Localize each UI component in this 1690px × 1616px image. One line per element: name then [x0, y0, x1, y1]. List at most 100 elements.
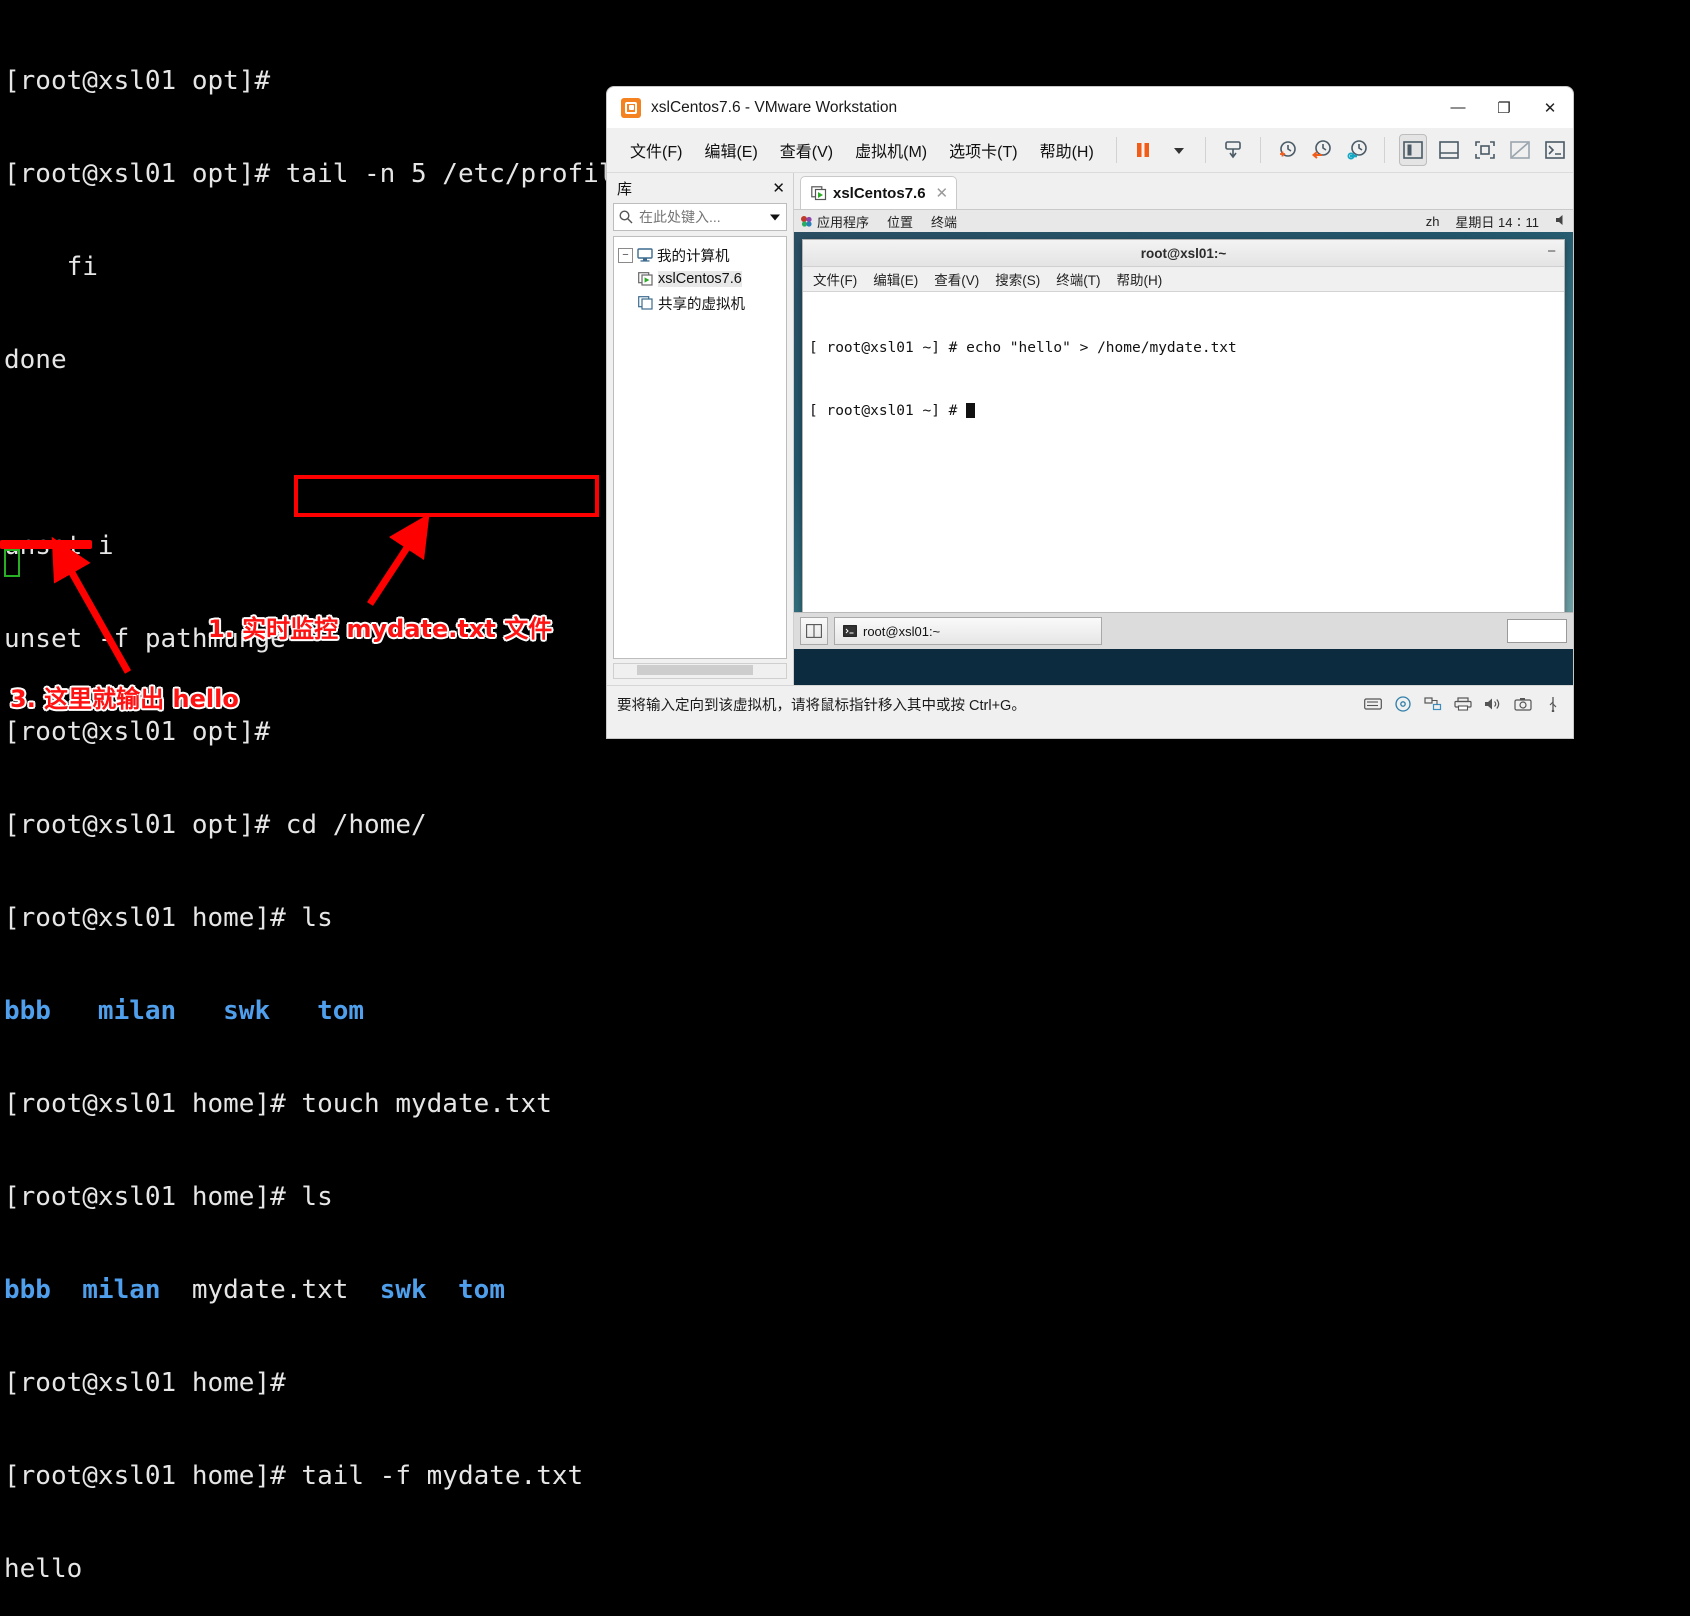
gnome-terminal-menubar: 文件(F) 编辑(E) 查看(V) 搜索(S) 终端(T) 帮助(H): [803, 267, 1564, 292]
toolbar-separator: [1115, 137, 1117, 163]
hello-output-underline: [0, 540, 92, 549]
taskbar-window-button[interactable]: root@xsl01:~: [834, 617, 1102, 645]
ls-dir-tom: tom: [458, 1275, 505, 1305]
usb-icon[interactable]: [1543, 695, 1563, 713]
maximize-button[interactable]: ❐: [1481, 87, 1527, 128]
fullscreen-icon[interactable]: [1472, 135, 1497, 165]
cd-dvd-icon[interactable]: [1393, 695, 1413, 713]
vmware-title-bar: xslCentos7.6 - VMware Workstation — ❐ ✕: [607, 87, 1573, 128]
expander-icon[interactable]: −: [618, 247, 633, 263]
gterm-menu-terminal[interactable]: 终端(T): [1056, 269, 1100, 289]
vmware-workstation-window[interactable]: xslCentos7.6 - VMware Workstation — ❐ ✕ …: [606, 86, 1574, 739]
vmware-menu-bar: 文件(F) 编辑(E) 查看(V) 虚拟机(M) 选项卡(T) 帮助(H): [607, 128, 1573, 173]
input-method-indicator[interactable]: zh: [1426, 214, 1440, 229]
window-controls: — ❐ ✕: [1435, 87, 1573, 128]
gnome-panel-right: zh 星期日 14∶11: [1410, 212, 1573, 231]
chevron-down-icon[interactable]: [768, 210, 782, 224]
guest-prompt: [ root@xsl01 ~] #: [809, 403, 967, 419]
gnome-taskbar: root@xsl01:~: [794, 612, 1573, 649]
gnome-places-menu[interactable]: 位置: [887, 212, 913, 231]
vm-running-icon: [638, 272, 653, 286]
vm-running-icon: [811, 185, 827, 200]
gnome-terminal-titlebar: root@xsl01:~ −: [803, 240, 1564, 267]
guest-screen[interactable]: 应用程序 位置 终端 zh 星期日 14∶11 root@xsl01:~ − 文…: [794, 209, 1573, 685]
menu-vm[interactable]: 虚拟机(M): [846, 134, 936, 166]
annotation-1: 1. 实时监控 mydate.txt 文件: [208, 615, 553, 643]
clock[interactable]: 星期日 14∶11: [1455, 212, 1539, 231]
gnome-panel-left: 应用程序 位置 终端: [794, 212, 975, 231]
pause-icon[interactable]: [1131, 135, 1156, 165]
computer-icon: [637, 248, 653, 262]
chevron-down-icon[interactable]: [1166, 135, 1191, 165]
show-thumbnail-bar-icon[interactable]: [1437, 135, 1462, 165]
shared-vm-icon: [638, 296, 653, 310]
library-tree[interactable]: − 我的计算机 xslCentos7.6 共享的虚拟机: [613, 236, 787, 659]
terminal-line: [root@xsl01 home]# ls: [4, 1182, 333, 1212]
library-horizontal-scrollbar[interactable]: [613, 663, 787, 679]
search-input[interactable]: [637, 208, 768, 226]
close-button[interactable]: ✕: [1527, 87, 1573, 128]
gterm-menu-view[interactable]: 查看(V): [934, 269, 979, 289]
minimize-button[interactable]: —: [1435, 87, 1481, 128]
snapshot-manager-icon[interactable]: [1345, 135, 1370, 165]
unity-mode-icon[interactable]: [1507, 135, 1532, 165]
menu-tabs[interactable]: 选项卡(T): [940, 134, 1026, 166]
gnome-terminal-menu[interactable]: 终端: [931, 212, 957, 231]
show-library-icon[interactable]: [1399, 134, 1427, 166]
gterm-menu-edit[interactable]: 编辑(E): [873, 269, 918, 289]
menu-help[interactable]: 帮助(H): [1031, 134, 1103, 166]
ls-dir-bbb: bbb: [4, 1275, 51, 1305]
annotation-3: 3. 这里就输出 hello: [10, 685, 239, 713]
camera-icon[interactable]: [1513, 695, 1533, 713]
snapshot-take-icon[interactable]: [1274, 135, 1299, 165]
tab-xslcentos76[interactable]: xslCentos7.6 ✕: [800, 176, 958, 209]
scrollbar-thumb[interactable]: [637, 665, 753, 675]
vmware-status-bar: 要将输入定向到该虚拟机，请将鼠标指针移入其中或按 Ctrl+G。: [607, 685, 1573, 722]
terminal-line-ls-output-2: bbb milan mydate.txt swk tom: [4, 1275, 1690, 1306]
tree-item-shared-vms[interactable]: 共享的虚拟机: [618, 291, 782, 315]
library-search-box[interactable]: [613, 203, 787, 231]
sound-icon[interactable]: [1483, 695, 1503, 713]
terminal-line-ls-output: bbb milan swk tom: [4, 996, 365, 1026]
taskbar-right: [1507, 619, 1567, 643]
menu-file[interactable]: 文件(F): [621, 134, 691, 166]
gnome-terminal-body[interactable]: [ root@xsl01 ~] # echo "hello" > /home/m…: [803, 292, 1564, 638]
gnome-desktop[interactable]: root@xsl01:~ − 文件(F) 编辑(E) 查看(V) 搜索(S) 终…: [794, 232, 1573, 649]
console-view-icon[interactable]: [1543, 135, 1568, 165]
toolbar-separator: [1259, 137, 1261, 163]
terminal-line: [root@xsl01 home]#: [4, 1368, 286, 1398]
gnome-applications-menu[interactable]: 应用程序: [817, 212, 869, 231]
tree-item-my-computer[interactable]: − 我的计算机: [618, 243, 782, 267]
terminal-line: [root@xsl01 home]# ls: [4, 903, 333, 933]
ls-dir-swk: swk: [379, 1275, 427, 1305]
send-ctrl-alt-del-icon[interactable]: [1220, 135, 1245, 165]
tree-item-xslcentos76[interactable]: xslCentos7.6: [618, 267, 782, 291]
search-icon: [619, 210, 633, 224]
gterm-menu-file[interactable]: 文件(F): [813, 269, 857, 289]
tab-label: xslCentos7.6: [833, 184, 926, 202]
gnome-terminal-window[interactable]: root@xsl01:~ − 文件(F) 编辑(E) 查看(V) 搜索(S) 终…: [802, 239, 1565, 639]
menu-view[interactable]: 查看(V): [771, 134, 842, 166]
network-icon[interactable]: [1423, 695, 1443, 713]
tab-close-icon[interactable]: ✕: [936, 184, 949, 202]
gterm-menu-help[interactable]: 帮助(H): [1117, 269, 1163, 289]
gnome-applications-icon: [801, 215, 812, 227]
terminal-line-tail-command: [root@xsl01 home]# tail -f mydate.txt: [4, 1461, 584, 1491]
terminal-cursor: [966, 403, 976, 418]
terminal-line: [root@xsl01 opt]# cd /home/: [4, 810, 427, 840]
gnome-top-panel: 应用程序 位置 终端 zh 星期日 14∶11: [794, 210, 1573, 233]
terminal-cursor: [4, 549, 20, 577]
menu-edit[interactable]: 编辑(E): [695, 134, 766, 166]
library-close-icon[interactable]: ✕: [772, 179, 785, 197]
tree-label: 共享的虚拟机: [658, 296, 745, 313]
taskbar-window-label: root@xsl01:~: [863, 623, 941, 639]
gterm-menu-search[interactable]: 搜索(S): [995, 269, 1040, 289]
hard-disk-icon[interactable]: [1363, 695, 1383, 713]
snapshot-revert-icon[interactable]: [1310, 135, 1335, 165]
minimize-icon[interactable]: −: [1547, 243, 1556, 260]
volume-icon[interactable]: [1555, 214, 1569, 229]
workspace-switcher-icon[interactable]: [800, 617, 828, 645]
printer-icon[interactable]: [1453, 695, 1473, 713]
workspace-preview[interactable]: [1507, 619, 1567, 643]
vm-tab-strip: xslCentos7.6 ✕: [794, 173, 1573, 209]
